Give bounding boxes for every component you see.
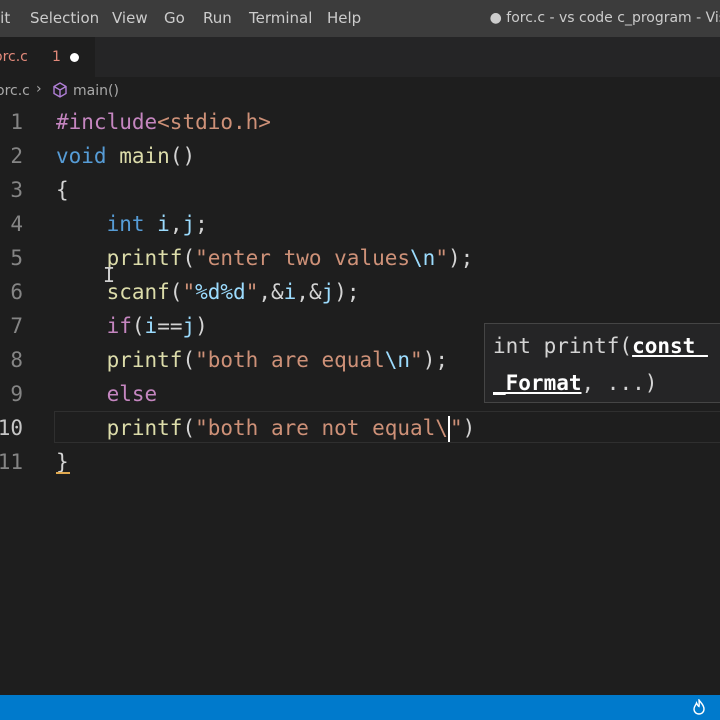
token: ); [334,280,360,304]
line-number: 11 [0,450,23,474]
token: printf [106,416,183,440]
window-title: ● forc.c - vs code c_program - Visi [489,10,720,26]
token: () [169,144,196,168]
token: " [435,246,448,270]
token: printf [106,246,183,270]
token: j [182,212,196,236]
breadcrumb-file[interactable]: orc.c [0,83,30,99]
menu-go[interactable]: Go [164,9,185,27]
active-parameter: const [632,334,708,358]
token: #include [56,110,158,134]
code-line: 4 int i,j; [0,207,720,241]
token: <stdio.h> [157,110,271,134]
token: " [182,280,196,304]
line-number: 9 [10,382,23,406]
status-bar [0,695,720,720]
token: ) [462,416,476,440]
breadcrumb-symbol[interactable]: main() [73,83,119,99]
cube-icon [52,82,68,102]
token: j [321,280,335,304]
token: "both are not equal\ [195,416,448,440]
token: ); [447,246,474,270]
line-number: 8 [10,348,23,372]
token: ( [182,348,196,372]
token: void [56,144,107,168]
tab-forc-c[interactable]: orc.c 1 [0,37,95,77]
signature-prefix: int printf( [493,334,633,358]
token: main [119,144,170,168]
code-line: 11 } [0,445,720,479]
line-number: 1 [10,110,23,134]
token: else [106,382,158,406]
token: if [106,314,132,338]
menu-edit[interactable]: lit [0,9,10,27]
token: ) [195,314,208,338]
token: i [157,212,170,236]
menu-selection[interactable]: Selection [30,9,99,27]
mouse-ibeam-cursor-icon: I [103,263,116,287]
current-code-line: 10 printf("both are not equal\") [0,411,720,445]
token: ( [182,246,196,270]
breadcrumb-separator: › [36,81,42,97]
code-line: 3 { [0,173,720,207]
token: %d%d [195,280,246,304]
token: { [56,178,69,202]
token: " [410,348,423,372]
token: \n [410,246,436,270]
token: ,& [296,280,322,304]
problem-count-badge: 1 [52,49,61,65]
token: "both are equal [195,348,385,372]
token: " [449,416,463,440]
line-number: 7 [10,314,23,338]
token: ,& [258,280,284,304]
token: ( [169,280,183,304]
token: ); [422,348,448,372]
breadcrumb: orc.c › main() [0,77,720,105]
line-number: 3 [10,178,23,202]
token: i [144,314,158,338]
code-line: 2 void main() [0,139,720,173]
title-bar: lit Selection View Go Run Terminal Help … [0,0,720,37]
line-number: 4 [10,212,23,236]
flame-icon[interactable] [692,697,706,719]
line-number: 10 [0,416,23,440]
line-number: 6 [10,280,23,304]
token: ; [195,212,208,236]
token: , [169,212,183,236]
signature-help-popup: int printf(const _Format, ...) [484,323,720,403]
token: == [157,314,183,338]
token: " [245,280,259,304]
token: i [283,280,297,304]
token: printf [106,348,183,372]
menu-run[interactable]: Run [203,9,232,27]
line-number: 2 [10,144,23,168]
signature-rest: , ...) [581,371,658,395]
line-number: 5 [10,246,23,270]
editor-tab-bar: orc.c 1 [0,37,720,77]
menu-help[interactable]: Help [327,9,361,27]
token: j [182,314,196,338]
token: ( [182,416,196,440]
warning-squiggle [56,466,70,474]
token: int [106,212,145,236]
token: \n [384,348,411,372]
unsaved-dot-icon[interactable] [70,53,79,62]
menu-terminal[interactable]: Terminal [249,9,312,27]
token: "enter two values [195,246,411,270]
code-line: 1 #include<stdio.h> [0,105,720,139]
menu-view[interactable]: View [112,9,148,27]
active-parameter-name: _Format [493,371,582,395]
token: scanf [106,280,170,304]
token: ( [131,314,145,338]
tab-label: orc.c [0,49,28,65]
